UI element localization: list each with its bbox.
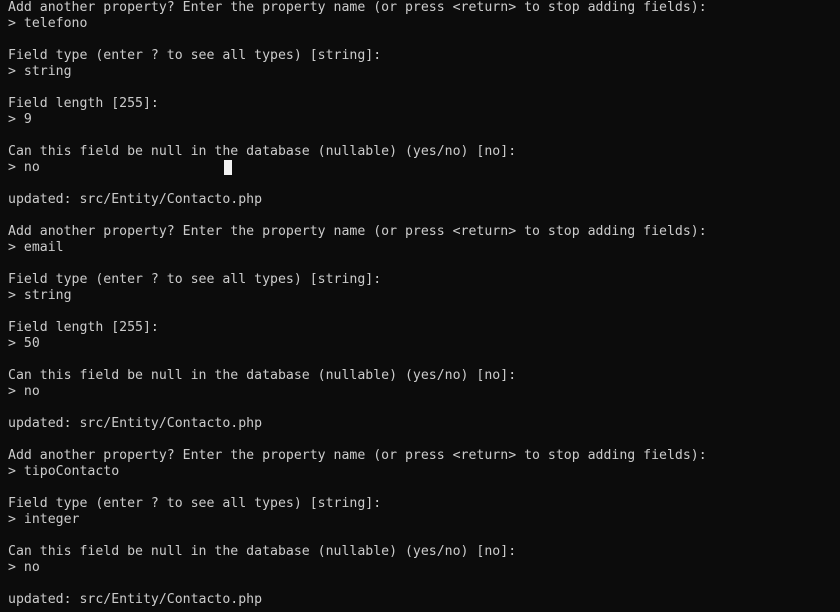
terminal-line: > telefono <box>8 16 88 31</box>
terminal-line: Field type (enter ? to see all types) [s… <box>8 48 382 63</box>
terminal-line: Can this field be null in the database (… <box>8 144 517 159</box>
terminal-line: Field type (enter ? to see all types) [s… <box>8 496 382 511</box>
terminal-line: > string <box>8 288 72 303</box>
terminal-line: > email <box>8 240 64 255</box>
terminal-line: Can this field be null in the database (… <box>8 544 517 559</box>
terminal-line: > no <box>8 384 40 399</box>
terminal-line: Add another property? Enter the property… <box>8 0 707 15</box>
terminal-line: Field length [255]: <box>8 96 159 111</box>
terminal-window[interactable]: Add another property? Enter the property… <box>0 0 840 612</box>
terminal-line: Add another property? Enter the property… <box>8 224 707 239</box>
terminal-line: > 50 <box>8 336 40 351</box>
terminal-line: > string <box>8 64 72 79</box>
terminal-line: updated: src/Entity/Contacto.php <box>8 416 263 431</box>
terminal-line: Field type (enter ? to see all types) [s… <box>8 272 382 287</box>
terminal-line: updated: src/Entity/Contacto.php <box>8 192 263 207</box>
terminal-line: > no <box>8 560 40 575</box>
terminal-line: Field length [255]: <box>8 320 159 335</box>
terminal-line: > tipoContacto <box>8 464 120 479</box>
terminal-line: > no <box>8 160 40 175</box>
terminal-line: Add another property? Enter the property… <box>8 448 707 463</box>
terminal-line: > 9 <box>8 112 32 127</box>
terminal-line: Can this field be null in the database (… <box>8 368 517 383</box>
terminal-line: updated: src/Entity/Contacto.php <box>8 592 263 607</box>
terminal-line: > integer <box>8 512 80 527</box>
text-cursor <box>224 160 232 175</box>
